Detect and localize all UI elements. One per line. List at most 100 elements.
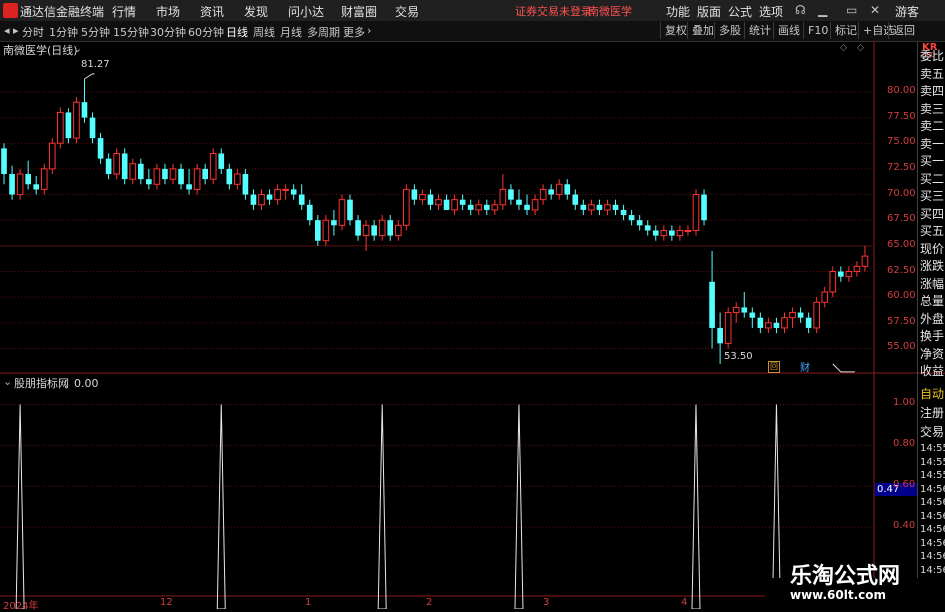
candle-body-up [692,194,700,231]
title-dropdown-icon[interactable]: ⌄ [73,42,82,55]
period-1min[interactable]: 1分钟 [49,24,78,40]
panel-action-label[interactable]: 注册 [920,404,944,421]
btn-mark[interactable]: 标记 [830,22,861,39]
x-axis-label: 2024年 [3,601,39,612]
candle-body-down [97,138,104,159]
y-tick-label: 70.00 [887,187,916,199]
chart-area[interactable] [0,41,945,609]
trade-time: 14:56 [920,497,945,508]
candle-body-down [508,189,514,200]
indicator-dropdown-icon[interactable]: ⌄ [3,375,12,388]
menu-item-news[interactable]: 资讯 [200,3,224,20]
candle-body-down [773,322,780,328]
candle-body-down [81,102,88,118]
btn-stats[interactable]: 统计 [744,22,775,39]
candle-body-down [65,112,72,139]
max-price-label: 81.27 [81,59,110,70]
indicator-y-tick-label: 0.60 [893,479,916,491]
period-monthly[interactable]: 月线 [280,24,302,40]
menu-item-discover[interactable]: 发现 [244,3,268,20]
panel-action-label[interactable]: 自动 [920,385,944,402]
x-axis-label: 1 [305,597,312,608]
trade-time: 14:56 [920,564,945,576]
candle-body-down [355,220,361,236]
indicator-spike [377,404,387,609]
period-30min[interactable]: 30分钟 [150,24,186,40]
toolbar-arrow-left-icon[interactable]: ◂ [4,24,10,37]
menu-item-market[interactable]: 市场 [156,3,180,20]
candle-body-up [829,271,837,293]
menu-item-function[interactable]: 功能 [666,3,690,20]
candle-body-up [845,271,853,278]
panel-label: 卖五 [920,66,945,81]
period-more[interactable]: 更多 [343,24,365,40]
indicator-series [15,404,781,609]
candle-body-down [331,220,337,226]
panel-label: 换手 [920,329,945,343]
trade-time: 14:56 [920,510,945,522]
btn-multi-stock[interactable]: 多股 [714,22,745,39]
login-warning[interactable]: 证券交易未登录 [515,3,592,19]
badge-cai[interactable]: 财 [800,359,810,374]
candle-body-up [57,111,64,144]
diamond-icon-2[interactable]: ◇ [857,43,864,53]
more-chevron-icon[interactable]: › [367,24,371,37]
candle-body-down [306,204,313,221]
menu-item-trade[interactable]: 交易 [395,3,419,20]
x-axis-label: 2 [426,597,433,608]
window-icon[interactable]: ▭ [846,3,857,17]
menu-item-layout[interactable]: 版面 [697,3,721,20]
period-weekly[interactable]: 周线 [253,24,275,40]
candle-body-down [580,204,587,210]
candle-body-up [282,188,289,191]
indicator-y-tick-label: 0.80 [893,438,916,450]
candle-body-down [749,312,756,318]
period-toolbar: ◂ ▸ 分时 1分钟 5分钟 15分钟 30分钟 60分钟 日线 周线 月线 多… [0,21,945,42]
candle-body-up [588,204,595,211]
close-icon[interactable]: ✕ [870,3,880,17]
candlestick-series [1,73,869,373]
trade-time: 14:55 [920,456,945,468]
period-multi[interactable]: 多周期 [307,24,340,40]
indicator-y-tick-label: 0.40 [893,520,916,532]
period-15min[interactable]: 15分钟 [113,24,149,40]
y-tick-label: 77.50 [887,110,916,122]
minimize-icon[interactable]: ▁ [818,3,827,17]
headset-icon[interactable]: ☊ [795,3,806,17]
panel-label: 卖二 [920,119,945,133]
candle-body-down [371,225,377,236]
x-axis-label: 3 [543,597,550,608]
period-daily[interactable]: 日线 [226,24,248,40]
x-axis-label: 12 [160,597,173,608]
panel-action-label[interactable]: 交易 [920,423,944,440]
candle-body-up [684,229,692,232]
btn-back[interactable]: 返回 [888,22,919,39]
candle-body-down [9,174,15,195]
btn-draw[interactable]: 画线 [773,22,804,39]
user-label[interactable]: 游客 [895,3,919,20]
menu-item-formula[interactable]: 公式 [728,3,752,20]
watermark-title: 乐淘公式网 [790,564,901,589]
indicator-spike [15,404,25,609]
main-chart-title: 南微医学(日线) [3,44,78,57]
y-tick-label: 62.50 [887,264,916,276]
candle-body-up [40,168,48,190]
candle-body-up [732,306,740,314]
toolbar-arrow-right-icon[interactable]: ▸ [13,24,19,37]
btn-f10[interactable]: F10 [803,22,832,39]
trade-time: 14:56 [920,551,945,562]
menu-item-options[interactable]: 选项 [759,3,783,20]
period-intraday[interactable]: 分时 [22,24,44,40]
diamond-icon[interactable]: ◇ [840,43,847,53]
candle-body-up [403,188,410,226]
menu-item-wealth[interactable]: 财富圈 [341,3,377,20]
period-5min[interactable]: 5分钟 [81,24,110,40]
watermark-url: www.60lt.com [790,588,887,602]
period-60min[interactable]: 60分钟 [188,24,224,40]
candle-body-down [25,174,31,185]
candle-body-down [636,220,643,226]
badge-hui[interactable]: 回 [768,361,780,373]
candle-body-up [676,229,684,237]
menu-item-quotes[interactable]: 行情 [112,3,136,20]
menu-item-ask[interactable]: 问小达 [288,3,324,20]
